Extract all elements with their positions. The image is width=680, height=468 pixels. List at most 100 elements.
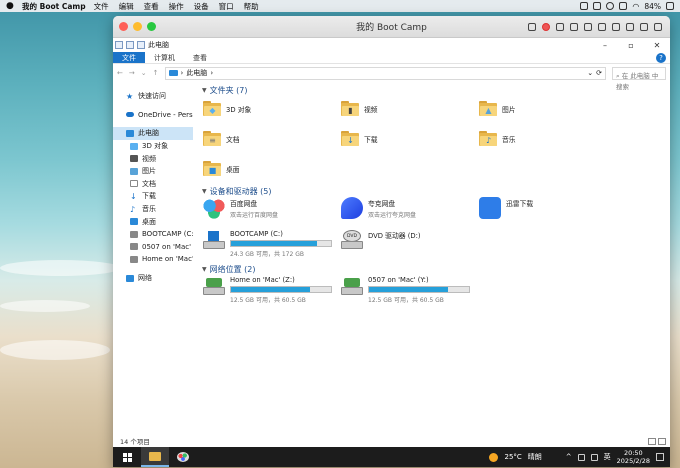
taskbar-paint[interactable]	[169, 447, 197, 467]
chevron-down-icon[interactable]: ▼	[202, 87, 207, 94]
folder-3d-objects[interactable]: ◆ 3D 对象	[203, 96, 341, 121]
breadcrumb[interactable]: 此电脑	[186, 68, 207, 78]
tab-file[interactable]: 文件	[113, 52, 145, 63]
network-drive-home[interactable]: Home on 'Mac' (Z:) 12.5 GB 可用，共 60.5 GB	[203, 275, 341, 305]
group-header-folders[interactable]: ▼ 文件夹 (7)	[202, 84, 670, 96]
nav-desktop[interactable]: 桌面	[113, 215, 193, 228]
focus-icon[interactable]	[606, 2, 615, 10]
nav-drive-c[interactable]: BOOTCAMP (C:)	[113, 228, 193, 241]
video-camera-icon[interactable]	[612, 22, 620, 31]
ime-indicator[interactable]: 英	[604, 452, 611, 462]
minimize-icon[interactable]: –	[592, 41, 618, 50]
zoom-window-button[interactable]	[147, 22, 156, 31]
battery-icon[interactable]	[666, 2, 674, 10]
forward-icon[interactable]: →	[129, 69, 135, 77]
folder-music[interactable]: ♪ 音乐	[479, 126, 617, 151]
menu-window[interactable]: 窗口	[219, 1, 234, 12]
battery-percent[interactable]: 84%	[644, 2, 661, 11]
menu-help[interactable]: 帮助	[244, 1, 259, 12]
minimize-window-button[interactable]	[133, 22, 142, 31]
folder-downloads[interactable]: ↓ 下载	[341, 126, 479, 151]
back-icon[interactable]: ←	[117, 69, 123, 77]
group-header-network[interactable]: ▼ 网络位置 (2)	[202, 263, 670, 275]
details-view-icon[interactable]	[648, 437, 656, 445]
camera-icon[interactable]	[570, 22, 578, 31]
up-icon[interactable]: ↑	[153, 69, 159, 77]
parallels-titlebar[interactable]: 我的 Boot Camp	[113, 16, 670, 38]
group-header-devices[interactable]: ▼ 设备和驱动器 (5)	[202, 185, 670, 197]
screen-mirror-icon[interactable]	[593, 2, 602, 10]
nav-drive-0507[interactable]: 0507 on 'Mac' (	[113, 241, 193, 254]
nav-onedrive[interactable]: OneDrive - Perso	[113, 109, 193, 122]
menu-view[interactable]: 查看	[144, 1, 159, 12]
more-icon[interactable]	[654, 22, 662, 31]
folder-documents[interactable]: ≡ 文档	[203, 126, 341, 151]
folder-videos[interactable]: ▮ 视频	[341, 96, 479, 121]
close-window-button[interactable]	[119, 22, 128, 31]
app-baidu-netdisk[interactable]: 百度网盘 双击运行百度网盘	[203, 197, 341, 227]
chevron-down-icon[interactable]: ▼	[202, 188, 207, 195]
clock[interactable]: 20:50 2025/2/28	[617, 449, 650, 465]
keyboard-icon[interactable]	[528, 22, 536, 31]
record-icon[interactable]	[542, 22, 550, 31]
tab-view[interactable]: 查看	[184, 52, 216, 63]
nav-3d-objects[interactable]: 3D 对象	[113, 140, 193, 153]
address-bar[interactable]: › 此电脑 › ⌄ ⟳	[164, 66, 606, 80]
menu-file[interactable]: 文件	[94, 1, 109, 12]
nav-downloads[interactable]: ↓ 下载	[113, 190, 193, 203]
usb-icon[interactable]	[598, 22, 606, 31]
nav-documents[interactable]: 文档	[113, 178, 193, 191]
parallels-status-icon[interactable]	[580, 2, 589, 10]
drive-dvd[interactable]: DVD DVD 驱动器 (D:)	[341, 229, 479, 259]
tab-computer[interactable]: 计算机	[145, 52, 184, 63]
folder-desktop[interactable]: ■ 桌面	[203, 156, 341, 181]
microphone-icon[interactable]	[584, 22, 592, 31]
nav-quick-access[interactable]: ★ 快速访问	[113, 90, 193, 103]
folder-share-icon[interactable]	[626, 22, 634, 31]
network-tray-icon[interactable]	[577, 453, 585, 461]
close-icon[interactable]: ✕	[644, 41, 670, 50]
taskbar-file-explorer[interactable]	[141, 447, 169, 467]
nav-pictures[interactable]: 图片	[113, 165, 193, 178]
nav-network[interactable]: 网络	[113, 272, 193, 285]
notification-icon[interactable]	[656, 453, 664, 461]
apple-menu-icon[interactable]: ●	[6, 1, 16, 11]
volume-icon[interactable]	[590, 453, 598, 461]
menu-action[interactable]: 操作	[169, 1, 184, 12]
menu-devices[interactable]: 设备	[194, 1, 209, 12]
tray-expand-icon[interactable]: ^	[566, 453, 572, 461]
breadcrumb-chevron-icon[interactable]: ›	[210, 69, 213, 77]
menu-edit[interactable]: 编辑	[119, 1, 134, 12]
maximize-icon[interactable]: ▫	[618, 41, 644, 50]
network-drive-0507[interactable]: 0507 on 'Mac' (Y:) 12.5 GB 可用，共 60.5 GB	[341, 275, 479, 305]
app-kuake-netdisk[interactable]: 夸克网盘 双击运行夸克网盘	[341, 197, 479, 227]
audio-icon[interactable]	[640, 22, 648, 31]
wifi-icon[interactable]: ◠	[632, 2, 639, 11]
new-folder-icon[interactable]	[137, 41, 145, 49]
nav-music[interactable]: ♪ 音乐	[113, 203, 193, 216]
explorer-titlebar[interactable]: 此电脑 – ▫ ✕	[113, 38, 670, 52]
pointer-icon[interactable]	[556, 22, 564, 31]
drive-c[interactable]: BOOTCAMP (C:) 24.3 GB 可用，共 172 GB	[203, 229, 341, 259]
properties-icon[interactable]	[126, 41, 134, 49]
nav-this-pc[interactable]: 此电脑	[113, 127, 193, 140]
weather-text[interactable]: 晴朗	[528, 452, 542, 462]
help-icon[interactable]: ?	[656, 53, 666, 63]
refresh-icon[interactable]: ⟳	[596, 69, 602, 77]
weather-temp[interactable]: 25°C	[504, 453, 521, 461]
chevron-down-icon[interactable]: ▼	[202, 266, 207, 273]
recent-chevron-icon[interactable]: ⌄	[141, 69, 147, 77]
view-switcher	[648, 437, 666, 445]
folder-pictures[interactable]: ▲ 图片	[479, 96, 617, 121]
start-button[interactable]	[113, 447, 141, 467]
search-input[interactable]: ⌕ 在 此电脑 中搜索	[612, 66, 666, 91]
menubar-app-name[interactable]: 我的 Boot Camp	[22, 1, 86, 12]
weather-sun-icon[interactable]	[489, 452, 499, 462]
breadcrumb-chevron-icon[interactable]: ›	[181, 69, 184, 77]
nav-videos[interactable]: 视频	[113, 152, 193, 165]
address-dropdown-icon[interactable]: ⌄	[587, 69, 593, 77]
app-xunlei[interactable]: 迅雷下载	[479, 197, 617, 227]
nav-drive-home[interactable]: Home on 'Mac' (	[113, 253, 193, 266]
large-icons-view-icon[interactable]	[658, 437, 666, 445]
display-icon[interactable]	[619, 2, 628, 10]
